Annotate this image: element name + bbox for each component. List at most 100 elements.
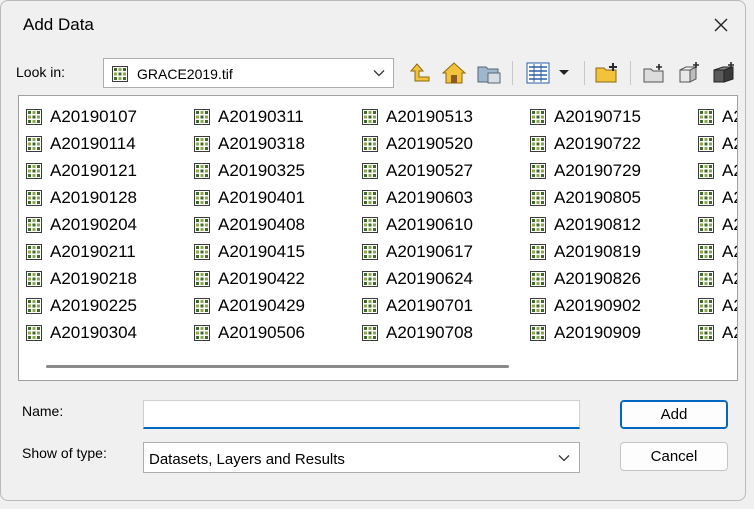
new-folder-button[interactable]: [591, 58, 623, 88]
show-of-type-value: Datasets, Layers and Results: [149, 451, 345, 468]
title-bar: Add Data: [1, 1, 745, 49]
new-file-geodatabase-button[interactable]: [638, 58, 670, 88]
new-toolbox-button[interactable]: [708, 58, 740, 88]
add-button[interactable]: Add: [620, 400, 728, 429]
file-item[interactable]: A20190506: [194, 319, 305, 346]
file-name: A20190520: [386, 133, 473, 153]
raster-dataset-icon: [698, 109, 714, 125]
file-item[interactable]: A2: [698, 292, 737, 319]
file-name: A20190107: [50, 106, 137, 126]
file-item[interactable]: A20190422: [194, 265, 305, 292]
file-name: A20190729: [554, 160, 641, 180]
toolbar-separator: [630, 61, 631, 85]
look-in-value: GRACE2019.tif: [137, 66, 233, 82]
file-item[interactable]: A20190304: [26, 319, 137, 346]
raster-dataset-icon: [26, 271, 42, 287]
file-name: A20190617: [386, 241, 473, 261]
file-name: A20190708: [386, 322, 473, 342]
file-item[interactable]: A20190121: [26, 157, 137, 184]
file-item[interactable]: A20190225: [26, 292, 137, 319]
chevron-down-icon: [559, 70, 569, 75]
file-item[interactable]: A20190617: [362, 238, 473, 265]
file-item[interactable]: A20190603: [362, 184, 473, 211]
file-item[interactable]: A20190805: [530, 184, 641, 211]
raster-dataset-icon: [26, 244, 42, 260]
home-button[interactable]: [438, 58, 470, 88]
raster-dataset-icon: [362, 271, 378, 287]
file-name: A20190204: [50, 214, 137, 234]
file-list-column: A2 A2 A2 A2 A2 A2 A2 A2 A2: [698, 103, 737, 346]
file-list[interactable]: A20190107 A20190114 A20190121 A20190128 A201…: [18, 95, 738, 381]
file-name: A20190304: [50, 322, 137, 342]
file-item[interactable]: A20190429: [194, 292, 305, 319]
file-item[interactable]: A2: [698, 211, 737, 238]
cancel-button[interactable]: Cancel: [620, 442, 728, 471]
file-item[interactable]: A20190624: [362, 265, 473, 292]
file-item[interactable]: A20190325: [194, 157, 305, 184]
file-name: A20190422: [218, 268, 305, 288]
file-item[interactable]: A2: [698, 265, 737, 292]
file-item[interactable]: A20190819: [530, 238, 641, 265]
file-item[interactable]: A2: [698, 130, 737, 157]
raster-dataset-icon: [194, 271, 210, 287]
new-shapefile-button[interactable]: [673, 58, 705, 88]
file-item[interactable]: A20190520: [362, 130, 473, 157]
up-one-level-icon: [409, 63, 430, 82]
file-name: A20190902: [554, 295, 641, 315]
file-item[interactable]: A20190408: [194, 211, 305, 238]
file-item[interactable]: A20190311: [194, 103, 305, 130]
scrollbar-thumb[interactable]: [46, 365, 509, 368]
file-item[interactable]: A20190610: [362, 211, 473, 238]
file-item[interactable]: A2: [698, 238, 737, 265]
file-item[interactable]: A20190204: [26, 211, 137, 238]
file-item[interactable]: A20190909: [530, 319, 641, 346]
file-item[interactable]: A20190211: [26, 238, 137, 265]
file-item[interactable]: A2: [698, 157, 737, 184]
file-item[interactable]: A2: [698, 103, 737, 130]
raster-dataset-icon: [530, 325, 546, 341]
file-name: A20190218: [50, 268, 137, 288]
file-item[interactable]: A20190902: [530, 292, 641, 319]
file-item[interactable]: A2: [698, 184, 737, 211]
file-item[interactable]: A20190114: [26, 130, 137, 157]
file-item[interactable]: A20190812: [530, 211, 641, 238]
file-item[interactable]: A2: [698, 319, 737, 346]
file-name: A20190408: [218, 214, 305, 234]
file-name: A20190401: [218, 187, 305, 207]
file-name: A20190225: [50, 295, 137, 315]
file-name: A2: [722, 106, 737, 126]
file-item[interactable]: A20190107: [26, 103, 137, 130]
file-item[interactable]: A20190401: [194, 184, 305, 211]
look-in-dropdown[interactable]: GRACE2019.tif: [103, 58, 394, 88]
file-item[interactable]: A20190708: [362, 319, 473, 346]
file-item[interactable]: A20190513: [362, 103, 473, 130]
file-item[interactable]: A20190128: [26, 184, 137, 211]
view-menu-button[interactable]: [519, 58, 577, 88]
file-name: A20190128: [50, 187, 137, 207]
file-item[interactable]: A20190218: [26, 265, 137, 292]
file-item[interactable]: A20190729: [530, 157, 641, 184]
file-item[interactable]: A20190415: [194, 238, 305, 265]
file-item[interactable]: A20190715: [530, 103, 641, 130]
file-name: A2: [722, 187, 737, 207]
file-name: A20190429: [218, 295, 305, 315]
file-item[interactable]: A20190318: [194, 130, 305, 157]
show-of-type-label: Show of type:: [22, 445, 107, 461]
close-button[interactable]: [701, 9, 741, 41]
connect-folder-button[interactable]: [473, 58, 505, 88]
toolbar-separator: [584, 61, 585, 85]
file-name: A2: [722, 160, 737, 180]
file-item[interactable]: A20190701: [362, 292, 473, 319]
file-item[interactable]: A20190826: [530, 265, 641, 292]
raster-dataset-icon: [362, 217, 378, 233]
up-one-level-button[interactable]: [405, 58, 435, 88]
show-of-type-dropdown[interactable]: Datasets, Layers and Results: [143, 442, 580, 473]
horizontal-scrollbar[interactable]: [19, 352, 737, 380]
file-name: A20190603: [386, 187, 473, 207]
file-item[interactable]: A20190527: [362, 157, 473, 184]
raster-dataset-icon: [698, 325, 714, 341]
name-input[interactable]: [143, 400, 580, 429]
file-item[interactable]: A20190722: [530, 130, 641, 157]
raster-dataset-icon: [530, 163, 546, 179]
new-shapefile-icon: [679, 62, 699, 83]
